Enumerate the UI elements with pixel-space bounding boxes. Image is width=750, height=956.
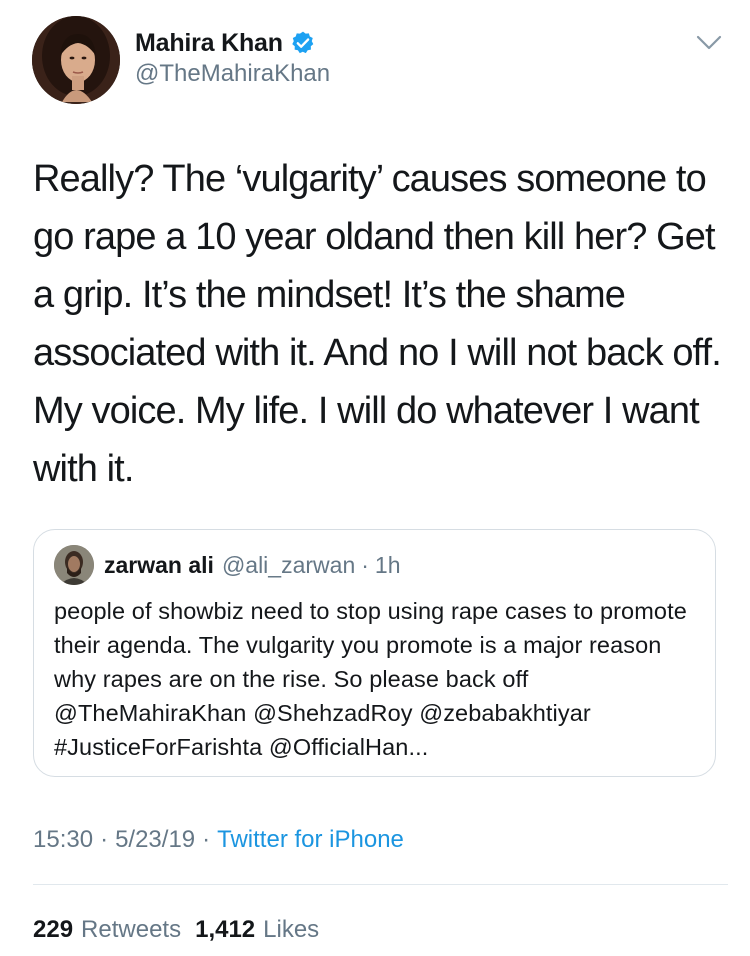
meta-separator: · xyxy=(202,826,211,853)
quoted-separator: · xyxy=(361,551,369,578)
quoted-author-name: zarwan ali xyxy=(104,551,214,578)
quoted-tweet-card[interactable]: zarwan ali @ali_zarwan · 1h people of sh… xyxy=(33,529,716,777)
quoted-author-handle: @ali_zarwan xyxy=(221,551,356,578)
chevron-down-icon[interactable] xyxy=(696,34,722,52)
tweet-source-link[interactable]: Twitter for iPhone xyxy=(217,826,404,854)
verified-badge-icon xyxy=(292,31,314,54)
author-handle[interactable]: @TheMahiraKhan xyxy=(135,60,330,88)
tweet-date: 5/23/19 xyxy=(115,826,196,853)
retweets-count[interactable]: 229 xyxy=(33,916,73,944)
retweets-label[interactable]: Retweets xyxy=(81,916,181,944)
quoted-author-avatar xyxy=(54,545,94,585)
likes-count[interactable]: 1,412 xyxy=(195,916,255,944)
divider xyxy=(33,884,728,885)
quoted-timestamp: 1h xyxy=(374,551,401,578)
likes-label[interactable]: Likes xyxy=(263,916,319,944)
quoted-tweet-text: people of showbiz need to stop using rap… xyxy=(54,598,687,760)
quoted-tweet-header: zarwan ali @ali_zarwan · 1h xyxy=(54,544,401,586)
tweet-time: 15:30 xyxy=(33,826,94,853)
author-name-row: Mahira Khan xyxy=(135,27,316,59)
meta-separator: · xyxy=(100,826,109,853)
author-display-name[interactable]: Mahira Khan xyxy=(135,29,283,58)
tweet-meta: 15:30 · 5/23/19 · Twitter for iPhone xyxy=(33,823,404,857)
author-avatar[interactable] xyxy=(32,16,120,104)
tweet-text: Really? The ‘vulgarity’ causes someone t… xyxy=(33,158,722,490)
tweet-stats: 229 Retweets 1,412 Likes xyxy=(33,913,333,947)
